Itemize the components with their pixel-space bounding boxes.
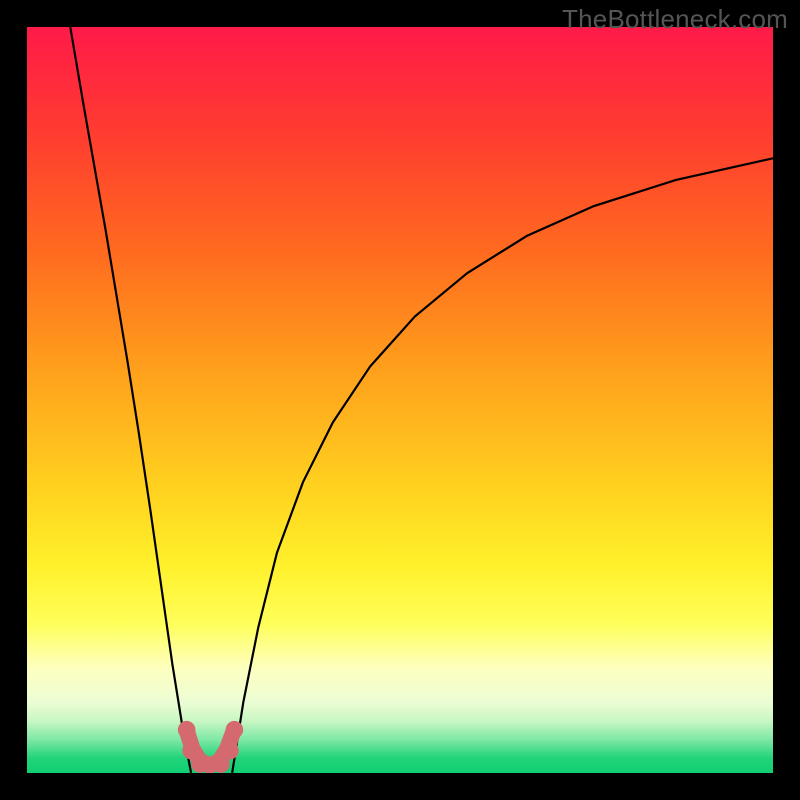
watermark-text: TheBottleneck.com bbox=[562, 4, 788, 35]
valley-dot bbox=[226, 721, 244, 739]
plot-area bbox=[27, 27, 773, 773]
gradient-background bbox=[27, 27, 773, 773]
valley-dot bbox=[178, 721, 196, 739]
chart-container: TheBottleneck.com bbox=[0, 0, 800, 800]
valley-dot bbox=[191, 755, 209, 773]
plot-svg bbox=[27, 27, 773, 773]
valley-dot bbox=[221, 742, 239, 760]
